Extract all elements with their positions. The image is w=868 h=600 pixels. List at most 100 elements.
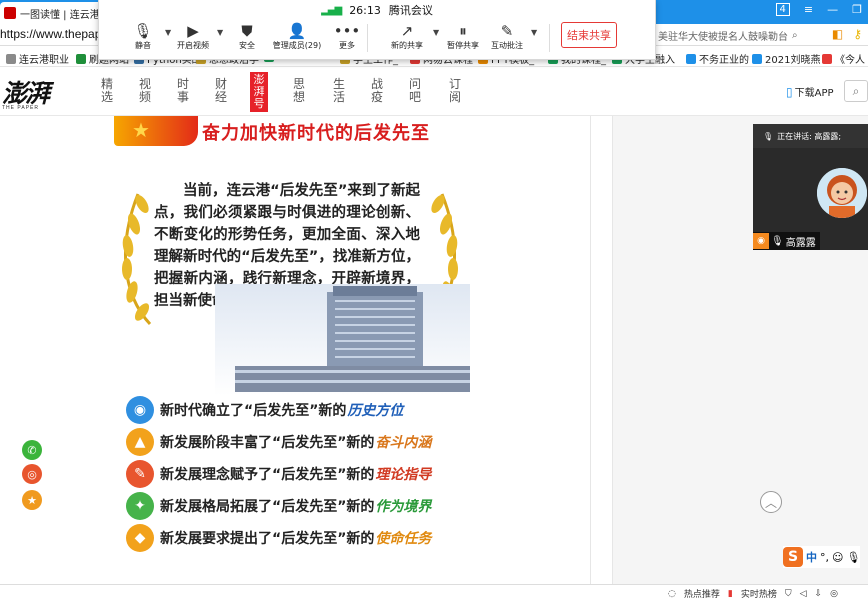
window-controls: 4 ≡ — ❐ <box>775 3 862 16</box>
chevron-down-icon[interactable]: ▼ <box>531 28 537 37</box>
feature-highlight: 作为境界 <box>375 499 432 515</box>
bookmark-label: 《今人 <box>835 55 865 66</box>
download-app-link[interactable]: ▯ 下载APP <box>786 84 834 100</box>
mic-icon[interactable]: 🎙 <box>846 551 860 564</box>
wechat-icon[interactable]: ✆ <box>22 440 42 460</box>
speaking-label: 正在讲话: 高露露; <box>777 131 842 141</box>
restore-icon[interactable]: ❐ <box>852 3 862 16</box>
site-search-button[interactable]: ⌕ <box>844 80 868 102</box>
nav-item[interactable]: 时事 <box>174 78 192 104</box>
screen: 一图读懂 | 连云港( 4 ≡ — ❐ https://www.thepap 美… <box>0 0 868 600</box>
bookmark-label: 不务正业的 <box>699 55 749 66</box>
nav-item[interactable]: 订阅 <box>446 78 464 104</box>
url-field[interactable]: https://www.thepap <box>0 27 101 41</box>
nav-item[interactable]: 精选 <box>98 78 116 104</box>
address-bar-icons: ◧ ⚷ <box>832 27 862 41</box>
bookmark-item[interactable]: 连云港职业 <box>6 51 69 66</box>
ime-language[interactable]: 中 <box>806 549 817 565</box>
emoji-icon[interactable]: ☺ <box>832 551 843 564</box>
hot-search-link[interactable]: 实时热榜 <box>741 587 777 600</box>
meeting-tool-annotate[interactable]: ✎ 互动批注 <box>477 22 537 51</box>
bookmark-item[interactable]: 不务正业的 <box>686 51 749 66</box>
tv-icon <box>752 53 762 64</box>
meeting-tool-label: 暂停共享 <box>447 41 479 50</box>
phone-icon: ▯ <box>786 84 793 99</box>
scroll-top-button[interactable]: ︿ <box>760 491 782 513</box>
meeting-tool-share[interactable]: ↗ 新的共享 <box>377 22 437 51</box>
meeting-tool-label: 更多 <box>339 41 355 50</box>
tab-count-badge[interactable]: 4 <box>775 3 790 16</box>
meeting-tool-label: 新的共享 <box>391 41 423 50</box>
feature-text: 新发展阶段丰富了“后发先至”新的 <box>160 435 375 451</box>
feature-item: ▲ 新发展阶段丰富了“后发先至”新的 奋斗内涵 <box>126 428 466 456</box>
minimize-icon[interactable]: — <box>827 3 838 16</box>
chevron-down-icon[interactable]: ▼ <box>217 28 223 37</box>
feature-bullet-icon: ✦ <box>126 492 154 520</box>
article-banner: ★ 奋力加快新时代的后发先至 <box>110 116 470 146</box>
extension-icon[interactable]: ◧ <box>832 27 843 41</box>
avatar <box>817 168 867 218</box>
site-favicon <box>4 7 16 19</box>
feature-item: ◆ 新发展要求提出了“后发先至”新的 使命任务 <box>126 524 466 552</box>
browser-tab[interactable]: 一图读懂 | 连云港( <box>0 2 104 24</box>
scroll-gutter <box>590 116 613 584</box>
meeting-toolbar: ▂▄▆ 26:13 腾讯会议 结束共享 🎙 静音 ▶ 开启视频 ⛊ 安全 👤 管理成员(29)… <box>98 0 656 60</box>
pause-icon: ⏸ <box>459 22 467 40</box>
mic-icon: 🎙 <box>763 131 774 141</box>
favorite-icon[interactable]: ★ <box>22 490 42 510</box>
chevron-down-icon[interactable]: ▼ <box>433 28 439 37</box>
hot-recommend-link[interactable]: 热点推荐 <box>684 587 720 600</box>
speaker-icon[interactable]: ◁ <box>800 589 807 599</box>
toolbar-divider <box>549 24 550 52</box>
search-icon[interactable]: ⌕ <box>792 30 798 41</box>
sogou-icon[interactable]: S <box>783 547 803 567</box>
key-icon[interactable]: ⚷ <box>853 27 862 41</box>
bookmark-item[interactable]: 《今人 <box>822 51 865 66</box>
nav-item[interactable]: 思想 <box>290 78 308 104</box>
nav-item[interactable]: 生活 <box>330 78 348 104</box>
annotate-icon: ✎ <box>500 22 514 40</box>
chevron-down-icon[interactable]: ▼ <box>165 28 171 37</box>
meeting-tool-video-off[interactable]: ▶ 开启视频 <box>163 22 223 51</box>
more-icon: ••• <box>333 22 361 40</box>
participant-namebar: ◉ 🎙 高露露 <box>753 232 820 250</box>
meeting-video-tile[interactable]: 🎙 正在讲话: 高露露; ◉ 🎙 高露露 <box>753 124 868 250</box>
signal-icon: ▂▄▆ <box>321 4 342 16</box>
feature-bullet-icon: ▲ <box>126 428 154 456</box>
feature-highlight: 历史方位 <box>347 403 404 419</box>
bookmark-label: 2021刘晓燕 <box>765 55 821 66</box>
site-logo[interactable]: 澎湃 THE PAPER <box>2 74 58 114</box>
article-content: ★ 奋力加快新时代的后发先至 当前，连云港“后发先至”来到了新起点，我们必须紧跟… <box>0 116 590 584</box>
feature-highlight: 理论指导 <box>375 467 432 483</box>
meeting-tool-label: 互动批注 <box>491 41 523 50</box>
feature-highlight: 奋斗内涵 <box>375 435 432 451</box>
shield-icon[interactable]: ⛉ <box>785 589 792 599</box>
browser-search-box[interactable]: 美驻华大使被提名人鼓噪勒台 ⌕ <box>658 26 814 44</box>
nav-item[interactable]: 视频 <box>136 78 154 104</box>
download-icon[interactable]: ⇩ <box>815 589 823 599</box>
meeting-app-name: 腾讯会议 <box>388 4 433 17</box>
meeting-tool-more[interactable]: ••• 更多 <box>317 22 377 51</box>
end-share-button[interactable]: 结束共享 <box>561 22 617 48</box>
nav-item[interactable]: 澎湃号 <box>250 72 268 112</box>
weibo-icon[interactable]: ◎ <box>22 464 42 484</box>
feature-bullet-icon: ✎ <box>126 460 154 488</box>
nav-item[interactable]: 战疫 <box>368 78 386 104</box>
tv-icon <box>686 53 696 64</box>
ime-punctuation[interactable]: °, <box>820 551 829 564</box>
tab-title: 一图读懂 | 连云港( <box>20 9 104 21</box>
nav-item[interactable]: 财经 <box>212 78 230 104</box>
bookmark-item[interactable]: 2021刘晓燕 <box>752 51 820 66</box>
banner-flag <box>114 116 198 146</box>
ime-toolbar[interactable]: S 中 °, ☺ 🎙 <box>783 546 861 568</box>
nav-item[interactable]: 问吧 <box>406 78 424 104</box>
v-icon <box>76 53 86 64</box>
feature-text: 新发展要求提出了“后发先至”新的 <box>160 531 375 547</box>
meeting-status: ▂▄▆ 26:13 腾讯会议 <box>99 2 655 18</box>
building-illustration <box>215 284 470 396</box>
meeting-tool-label: 开启视频 <box>177 41 209 50</box>
feature-item: ◉ 新时代确立了“后发先至”新的 历史方位 <box>126 396 466 424</box>
menu-icon[interactable]: ≡ <box>804 3 813 16</box>
zoom-icon[interactable]: ◎ <box>830 589 838 599</box>
browser-status-bar: ◌ 热点推荐 ▮ 实时热榜 ⛉ ◁ ⇩ ◎ <box>0 584 868 600</box>
